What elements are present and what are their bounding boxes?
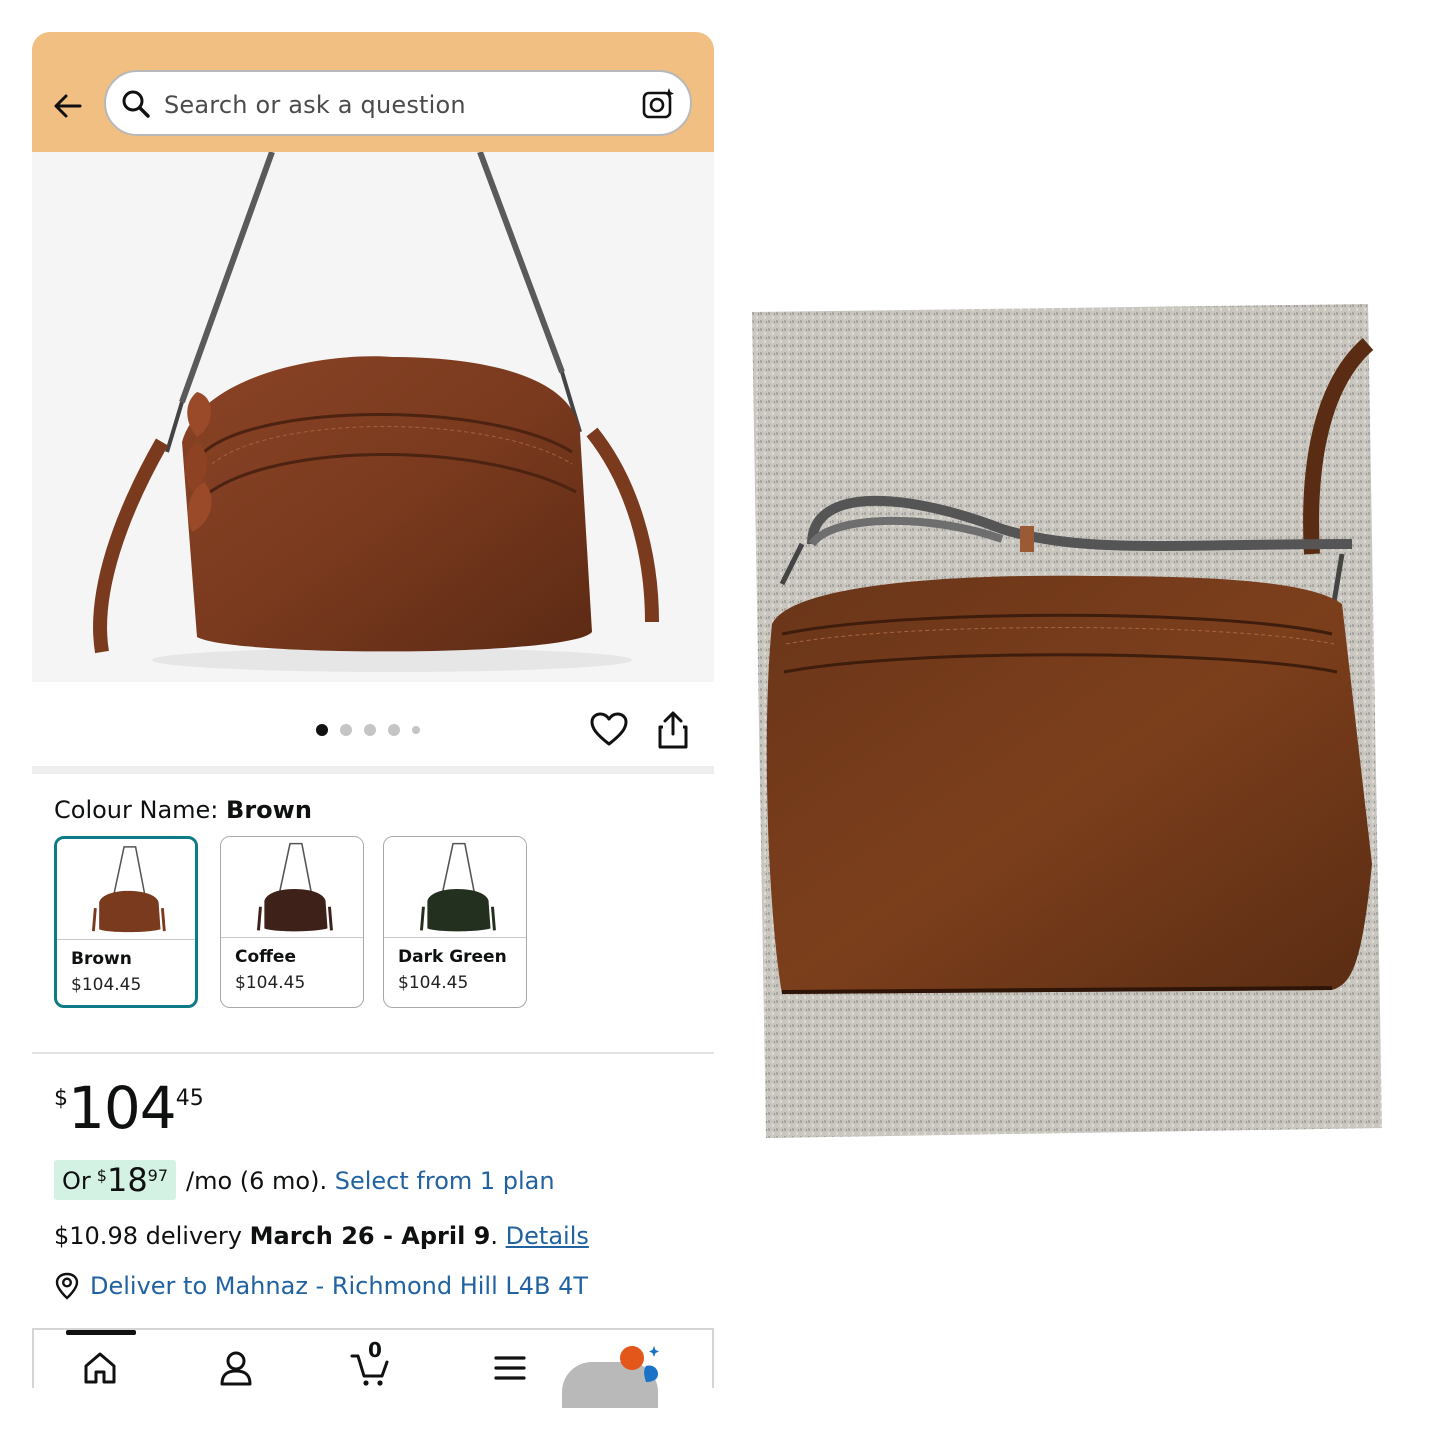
colour-swatch-coffee[interactable]: Coffee $104.45 xyxy=(220,836,364,1008)
delivery-info: $10.98 delivery March 26 - April 9. Deta… xyxy=(54,1222,589,1250)
swatch-separator xyxy=(57,939,195,940)
carousel-dot[interactable] xyxy=(388,724,400,736)
delivery-details-link[interactable]: Details xyxy=(506,1222,589,1250)
installment-currency: $ xyxy=(96,1166,107,1185)
back-arrow-icon[interactable] xyxy=(50,88,86,124)
menu-icon[interactable] xyxy=(490,1348,530,1388)
swatch-separator xyxy=(221,937,363,938)
carousel-dot[interactable] xyxy=(340,724,352,736)
bottom-nav-edge xyxy=(712,1328,714,1388)
carousel-dot[interactable] xyxy=(364,724,376,736)
cart-count: 0 xyxy=(368,1338,382,1362)
bottom-nav-edge xyxy=(32,1328,34,1388)
search-icon xyxy=(122,90,150,118)
product-price: $ 104 45 xyxy=(54,1078,204,1138)
image-carousel-dots xyxy=(316,724,420,736)
selected-colour: Brown xyxy=(226,796,312,824)
carousel-dot[interactable] xyxy=(412,726,420,734)
installment-prefix: Or xyxy=(62,1167,91,1195)
delivery-cost: $10.98 delivery xyxy=(54,1222,242,1250)
phone-screenshot: Search or ask a question Colour Name: Br… xyxy=(32,32,714,1408)
delivery-period: . xyxy=(490,1222,499,1250)
customer-product-photo xyxy=(752,304,1382,1138)
swatch-thumbnail xyxy=(384,837,526,937)
installment-whole: 18 xyxy=(106,1161,148,1199)
installment-terms: /mo (6 mo). Select from 1 plan xyxy=(186,1167,555,1195)
colour-name-label: Colour Name: Brown xyxy=(54,796,312,824)
installment-badge: Or $ 18 97 xyxy=(54,1160,177,1200)
colour-swatch-brown[interactable]: Brown $104.45 xyxy=(54,836,198,1008)
delivery-dates: March 26 - April 9 xyxy=(249,1222,491,1250)
carousel-dot[interactable] xyxy=(316,724,328,736)
select-plan-link[interactable]: Select from 1 plan xyxy=(335,1167,555,1195)
swatch-name: Coffee xyxy=(235,947,296,967)
search-placeholder: Search or ask a question xyxy=(164,91,466,119)
swatch-thumbnail xyxy=(57,841,195,937)
active-tab-indicator xyxy=(66,1330,136,1335)
swatch-name: Brown xyxy=(71,949,132,969)
swatch-price: $104.45 xyxy=(398,973,469,993)
section-divider xyxy=(32,766,714,774)
price-currency: $ xyxy=(54,1086,68,1111)
installment-fraction: 97 xyxy=(147,1166,169,1185)
camera-lens-icon[interactable] xyxy=(640,86,676,122)
ai-assistant-icon xyxy=(620,1346,659,1382)
colour-swatch-dark-green[interactable]: Dark Green $104.45 xyxy=(383,836,527,1008)
section-divider xyxy=(32,1052,714,1054)
product-main-image[interactable] xyxy=(32,152,714,682)
account-icon[interactable] xyxy=(216,1348,256,1388)
swatch-price: $104.45 xyxy=(235,973,306,993)
location-pin-icon xyxy=(55,1272,79,1300)
heart-icon[interactable] xyxy=(590,712,628,748)
search-header: Search or ask a question xyxy=(32,32,714,152)
installment-suffix: /mo (6 mo). xyxy=(186,1167,328,1195)
colour-label-text: Colour Name: xyxy=(54,796,219,824)
deliver-to-text: Deliver to Mahnaz - Richmond Hill L4B 4T xyxy=(90,1272,589,1300)
price-whole: 104 xyxy=(68,1074,177,1142)
swatch-price: $104.45 xyxy=(71,975,142,995)
swatch-separator xyxy=(384,937,526,938)
search-input[interactable]: Search or ask a question xyxy=(104,70,692,136)
price-fraction: 45 xyxy=(175,1086,204,1111)
swatch-thumbnail xyxy=(221,837,363,937)
home-icon[interactable] xyxy=(80,1348,120,1388)
swatch-name: Dark Green xyxy=(398,947,507,967)
share-icon[interactable] xyxy=(656,710,690,750)
deliver-to-location[interactable]: Deliver to Mahnaz - Richmond Hill L4B 4T xyxy=(54,1272,588,1300)
ai-assistant-tab[interactable] xyxy=(562,1346,659,1408)
